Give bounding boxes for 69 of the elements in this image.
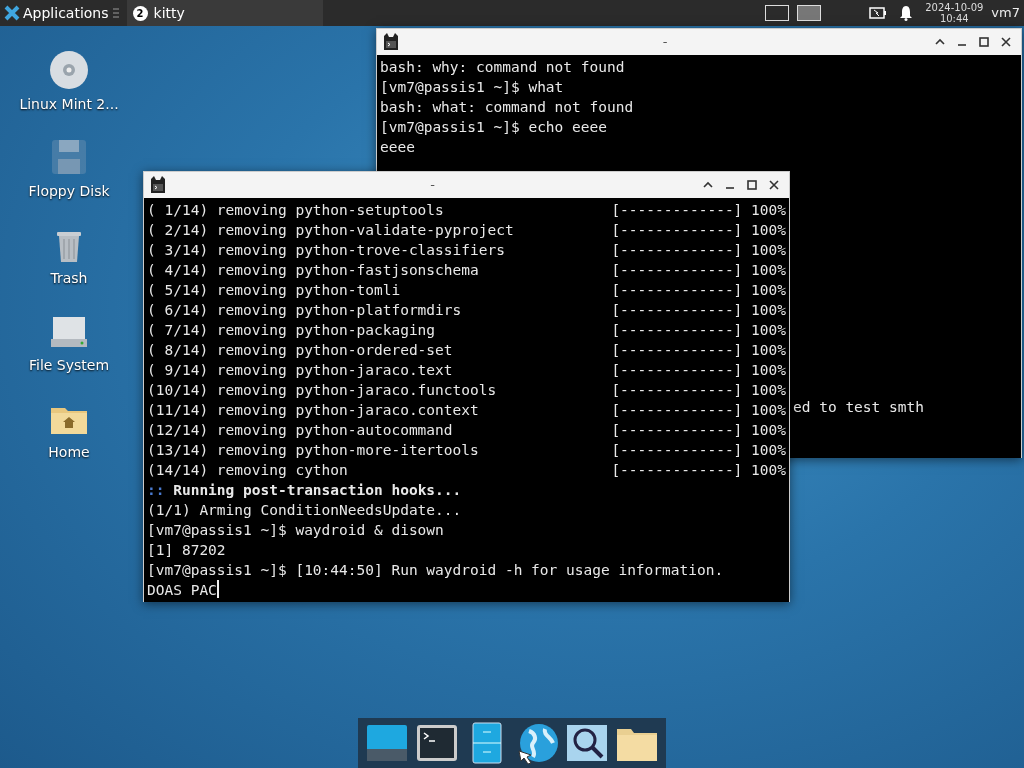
progress-text: [-------------] 100%: [611, 301, 786, 320]
terminal-line[interactable]: DOAS PAC: [147, 580, 217, 600]
bell-icon: [899, 5, 914, 21]
terminal-line: [vm7@passis1 ~]$ [10:44:50] Run waydroid -h for usage information.: [147, 561, 724, 580]
cat-terminal-icon: [148, 175, 168, 195]
terminal-line: (10/14) removing python-jaraco.functools: [147, 381, 497, 400]
progress-text: [-------------] 100%: [611, 361, 786, 380]
terminal-line: (13/14) removing python-more-itertools: [147, 441, 479, 460]
progress-text: [-------------] 100%: [611, 261, 786, 280]
workspace-button[interactable]: [765, 5, 790, 21]
terminal-line: [vm7@passis1 ~]$ waydroid & disown: [147, 521, 444, 540]
progress-text: [-------------] 100%: [611, 441, 786, 460]
desktop-icon-label[interactable]: Floppy Disk: [28, 181, 110, 202]
terminal-line: ( 3/14) removing python-trove-classifiers: [147, 241, 505, 260]
close-icon[interactable]: [768, 179, 780, 191]
progress-text: [-------------] 100%: [611, 401, 786, 420]
terminal-line: ( 1/14) removing python-setuptools: [147, 201, 444, 220]
maximize-icon[interactable]: [746, 179, 758, 191]
text-cursor: [216, 580, 219, 598]
x-logo-icon: [4, 5, 20, 21]
terminal-line: ( 8/14) removing python-ordered-set: [147, 341, 453, 360]
terminal-line: (12/14) removing python-autocommand: [147, 421, 453, 440]
globe-icon[interactable]: [515, 721, 559, 765]
progress-text: [-------------] 100%: [611, 281, 786, 300]
terminal-line: ed to test smth: [793, 398, 924, 417]
date-label: 2024-10-09: [925, 2, 984, 13]
progress-text: [-------------] 100%: [611, 201, 786, 220]
desktop-icon-label[interactable]: File System: [28, 355, 110, 376]
terminal-line: ( 2/14) removing python-validate-pyproject: [147, 221, 514, 240]
desktop-icon-label[interactable]: Linux Mint 2...: [19, 94, 119, 115]
terminal-line: [vm7@passis1 ~]$ what: [380, 78, 564, 97]
maximize-icon[interactable]: [978, 36, 990, 48]
progress-text: [-------------] 100%: [611, 221, 786, 240]
progress-text: [-------------] 100%: [611, 241, 786, 260]
cat-terminal-icon: [381, 32, 401, 52]
desktop-icon-label[interactable]: Trash: [50, 268, 88, 289]
clock-label: 10:44: [938, 13, 970, 24]
progress-text: [-------------] 100%: [611, 341, 786, 360]
terminal-line: [vm7@passis1 ~]$ echo eeee: [380, 118, 607, 137]
progress-text: [-------------] 100%: [611, 321, 786, 340]
terminal-line: bash: what: command not found: [380, 98, 634, 117]
progress-text: [-------------] 100%: [611, 421, 786, 440]
disc-icon[interactable]: [49, 50, 89, 90]
terminal-line: (1/1) Arming ConditionNeedsUpdate...: [147, 501, 462, 520]
window-title: -: [429, 176, 436, 195]
window-title: -: [661, 33, 669, 52]
terminal-line: ( 6/14) removing python-platformdirs: [147, 301, 462, 320]
workspace-button[interactable]: [797, 5, 822, 21]
terminal-line: [1] 87202: [147, 541, 226, 560]
terminal-line: bash: why: command not found: [380, 58, 625, 77]
applications-menu-button[interactable]: Applications: [0, 0, 113, 26]
battery-icon: [869, 7, 888, 19]
terminal-line: ( 7/14) removing python-packaging: [147, 321, 436, 340]
terminal-line: ( 5/14) removing python-tomli: [147, 281, 401, 300]
handle-icon: [112, 8, 119, 18]
desktop-icon-label[interactable]: Home: [48, 442, 90, 463]
user-label: vm7: [991, 4, 1020, 23]
terminal-line: (14/14) removing cython: [147, 461, 348, 480]
close-icon[interactable]: [1000, 36, 1012, 48]
terminal-line: ( 9/14) removing python-jaraco.text: [147, 361, 453, 380]
terminal-line: :: Running post-transaction hooks...: [147, 481, 462, 500]
terminal-line: eeee: [380, 138, 415, 157]
progress-text: [-------------] 100%: [611, 461, 786, 480]
taskbar-button[interactable]: 2 kitty: [126, 0, 323, 26]
terminal-line: (11/14) removing python-jaraco.context: [147, 401, 479, 420]
count-badge: 2: [132, 5, 148, 21]
terminal-line: ( 4/14) removing python-fastjsonschema: [147, 261, 479, 280]
progress-text: [-------------] 100%: [611, 381, 786, 400]
task-label: kitty: [153, 3, 185, 23]
